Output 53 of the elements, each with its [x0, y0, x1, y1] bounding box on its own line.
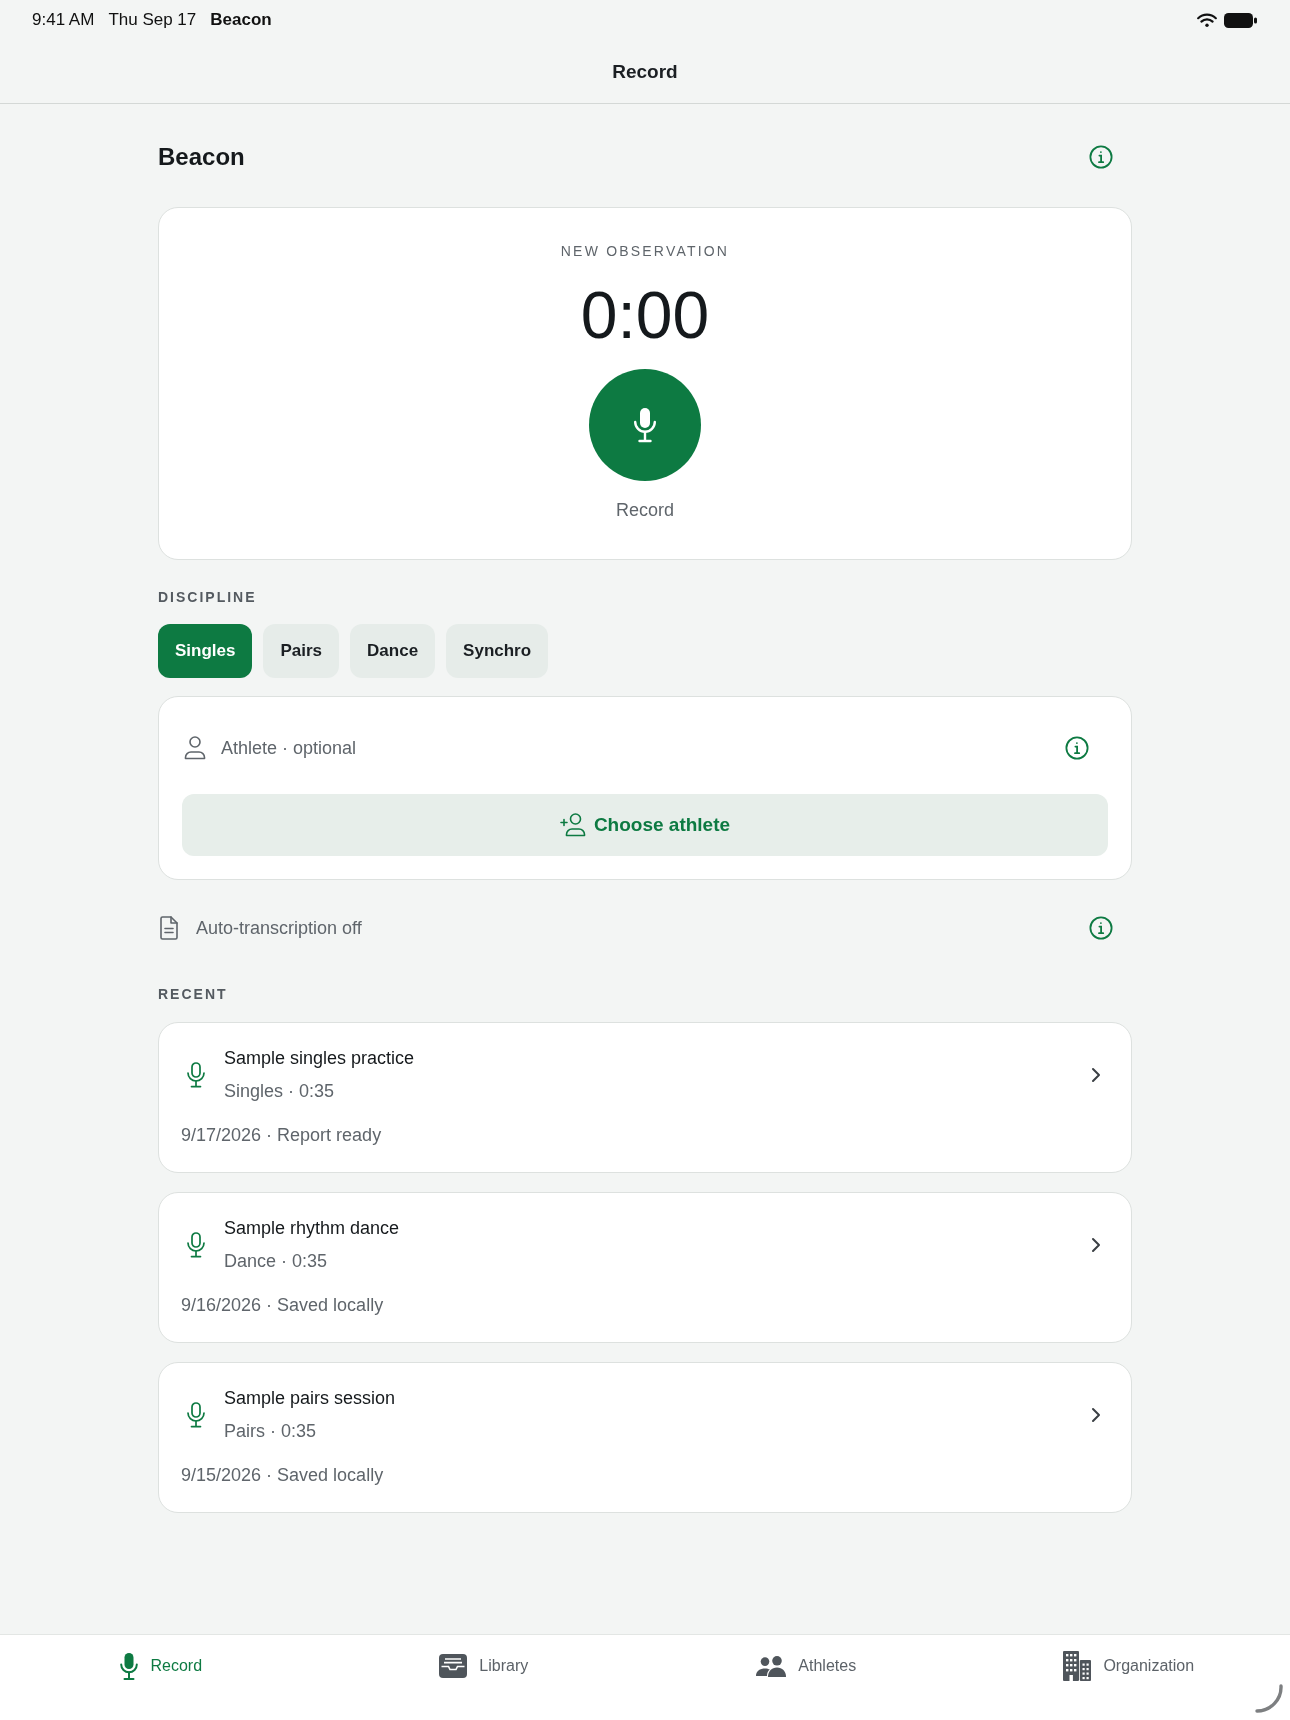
info-icon[interactable] [1089, 916, 1113, 940]
tab-bar-item[interactable]: Organization [1063, 1651, 1195, 1681]
chevron-right-icon [1091, 1236, 1101, 1253]
tray-icon [439, 1654, 468, 1678]
recording-date-status: 9/16/2026 · Saved locally [181, 1294, 385, 1317]
timer-display: 0:00 [580, 280, 710, 350]
choose-athlete-button[interactable]: Choose athlete [182, 794, 1108, 856]
person-icon [184, 736, 206, 760]
discipline-option[interactable]: Pairs [263, 624, 340, 678]
info-icon[interactable] [1065, 736, 1089, 760]
transcription-status: Auto-transcription off [196, 917, 363, 939]
tab-bar-item[interactable]: Library [439, 1654, 529, 1678]
status-app-name: Beacon [210, 10, 272, 30]
building-icon [1063, 1651, 1092, 1681]
microphone-icon [632, 407, 658, 443]
status-date: Thu Sep 17 [108, 10, 197, 30]
nav-title: Record [612, 60, 678, 83]
section-heading: RECENT [158, 986, 229, 1002]
document-icon [160, 916, 178, 940]
recording-card[interactable]: Sample singles practice Singles · 0:35 9/17/2026 · Report ready [158, 1022, 1132, 1173]
tab-bar-item[interactable]: Record [120, 1652, 203, 1680]
recording-card[interactable]: Sample pairs session Pairs · 0:35 9/15/2026 · Saved locally [158, 1362, 1132, 1513]
recording-details: Pairs · 0:35 [224, 1420, 318, 1443]
battery-icon [1224, 12, 1257, 28]
recording-title: Sample rhythm dance [224, 1217, 401, 1240]
app-title: Beacon [158, 143, 245, 171]
discipline-option[interactable]: Singles [158, 624, 253, 678]
athlete-label: Athlete · optional [221, 737, 358, 759]
tab-bar-item[interactable]: Athletes [756, 1655, 857, 1677]
people-icon [756, 1655, 787, 1677]
card-heading: NEW OBSERVATION [560, 243, 730, 259]
recording-details: Singles · 0:35 [224, 1080, 336, 1103]
microphone-icon [186, 1231, 206, 1258]
status-time: 9:41 AM [32, 10, 95, 30]
info-icon[interactable] [1089, 145, 1113, 169]
chevron-right-icon [1091, 1406, 1101, 1423]
chevron-right-icon [1091, 1066, 1101, 1083]
resize-handle-icon[interactable] [1255, 1684, 1283, 1713]
recording-date-status: 9/15/2026 · Saved locally [181, 1464, 385, 1487]
section-heading: DISCIPLINE [158, 589, 258, 605]
microphone-icon [186, 1401, 206, 1428]
recording-title: Sample singles practice [224, 1047, 416, 1070]
record-label: Record [616, 499, 674, 522]
recording-details: Dance · 0:35 [224, 1250, 329, 1273]
discipline-option[interactable]: Dance [350, 624, 436, 678]
recording-date-status: 9/17/2026 · Report ready [181, 1124, 383, 1147]
recording-title: Sample pairs session [224, 1387, 397, 1410]
wifi-icon [1197, 12, 1217, 28]
discipline-option[interactable]: Synchro [446, 624, 549, 678]
microphone-icon [120, 1652, 139, 1680]
microphone-icon [186, 1061, 206, 1088]
recording-card[interactable]: Sample rhythm dance Dance · 0:35 9/16/2026 · Saved locally [158, 1192, 1132, 1343]
add-person-icon [559, 813, 586, 837]
